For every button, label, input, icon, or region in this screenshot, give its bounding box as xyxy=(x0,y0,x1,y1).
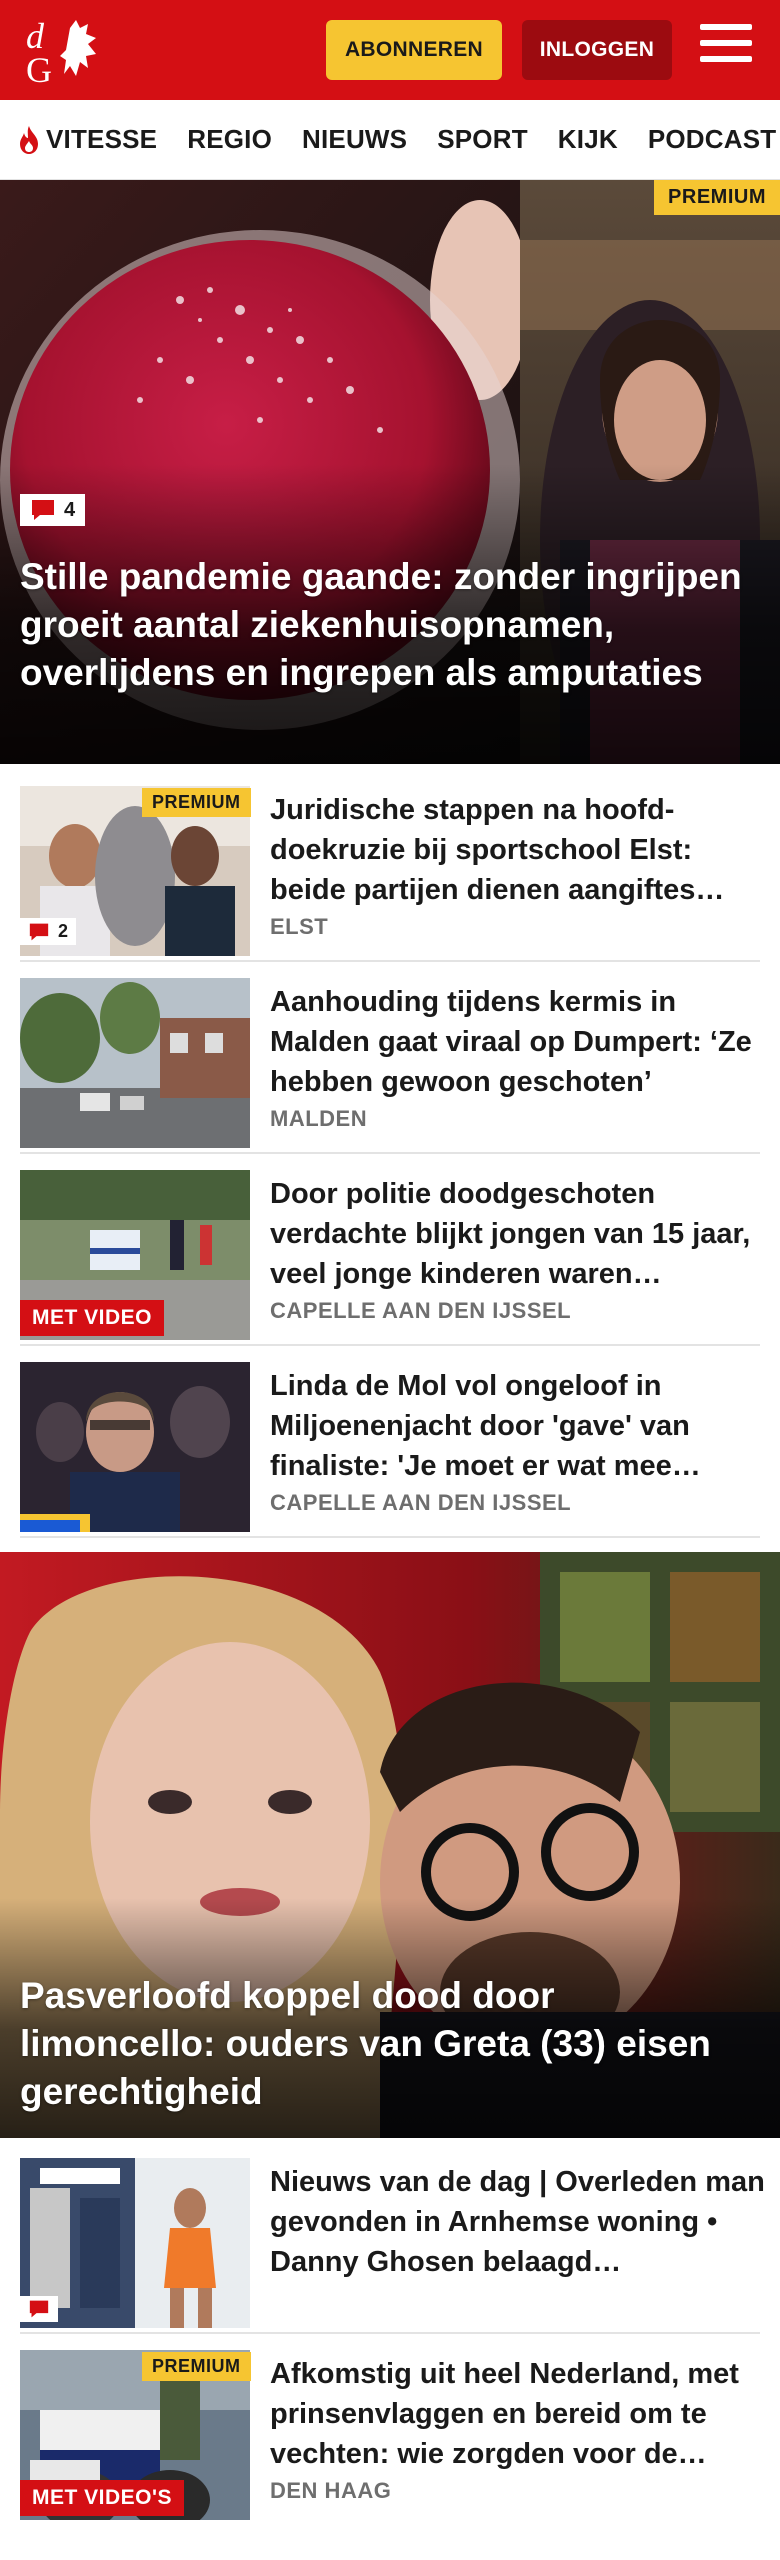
video-badge: MET VIDEO xyxy=(20,1300,165,1336)
premium-badge: PREMIUM xyxy=(654,180,780,215)
list-item[interactable]: Linda de Mol vol ongeloof in Miljoenenja… xyxy=(20,1346,760,1538)
article-title[interactable]: Aanhouding tijdens kermis in Malden gaat… xyxy=(270,982,770,1102)
article-title[interactable]: Nieuws van de dag | Overleden man gevond… xyxy=(270,2162,770,2282)
article-title[interactable]: Juridische stappen na hoofd­ doekruzie b… xyxy=(270,790,770,910)
flame-icon xyxy=(20,125,38,154)
article-title[interactable]: Linda de Mol vol ongeloof in Miljoenenja… xyxy=(270,1366,770,1486)
nav-item-podcast[interactable]: PODCAST xyxy=(648,124,777,155)
hero-title[interactable]: Stille pandemie gaande: zonder ingrijpen… xyxy=(20,553,754,697)
article-text: Door politie doodgeschoten verdachte bli… xyxy=(270,1174,770,1324)
article-title[interactable]: Door politie doodgeschoten verdachte bli… xyxy=(270,1174,770,1294)
nav-item-nieuws[interactable]: NIEUWS xyxy=(302,124,407,155)
comment-count: 2 xyxy=(58,921,69,941)
list-item[interactable]: PREMIUM MET VIDEO'S Afkomstig uit heel N… xyxy=(20,2334,760,2526)
article-text: Juridische stappen na hoofd­ doekruzie b… xyxy=(270,790,770,940)
video-badge: MET VIDEO'S xyxy=(20,2480,185,2516)
article-location: CAPELLE AAN DEN IJSSEL xyxy=(270,1490,572,1515)
list-item[interactable]: Aanhouding tijdens kermis in Malden gaat… xyxy=(20,962,760,1154)
subscribe-button[interactable]: ABONNEREN xyxy=(326,20,502,80)
article-title[interactable]: Afkomstig uit heel Nederland, met prinse… xyxy=(270,2354,770,2474)
article-location: ELST xyxy=(270,914,329,939)
article-text: Nieuws van de dag | Overleden man gevond… xyxy=(270,2162,770,2282)
article-thumbnail xyxy=(20,1362,250,1532)
hero-title[interactable]: Pasverloofd koppel dood door limoncello:… xyxy=(20,1972,754,2116)
article-location: CAPELLE AAN DEN IJSSEL xyxy=(270,1298,572,1323)
section-nav: VITESSE REGIO NIEUWS SPORT KIJK PODCAST xyxy=(0,100,780,180)
nav-item-regio[interactable]: REGIO xyxy=(187,124,272,155)
article-thumbnail xyxy=(20,978,250,1148)
comment-count-badge[interactable] xyxy=(20,2296,58,2322)
nav-item-kijk[interactable]: KIJK xyxy=(558,124,618,155)
comment-count-badge[interactable]: 4 xyxy=(20,494,86,526)
comment-count: 4 xyxy=(64,498,76,521)
list-item[interactable]: MET VIDEO Door politie doodgeschoten ver… xyxy=(20,1154,760,1346)
hero-article[interactable]: PREMIUM 4 Stille pandemie gaande: zonder… xyxy=(0,180,780,764)
comment-icon xyxy=(29,2300,49,2318)
nav-item-sport[interactable]: SPORT xyxy=(437,124,528,155)
hero-article[interactable]: Pasverloofd koppel dood door limoncello:… xyxy=(0,1552,780,2138)
article-text: Afkomstig uit heel Nederland, met prinse… xyxy=(270,2354,770,2504)
comment-count-badge[interactable]: 2 xyxy=(20,918,77,945)
top-header: d G ABONNEREN INLOGGEN xyxy=(0,0,780,100)
nav-label: VITESSE xyxy=(46,124,158,154)
list-item[interactable]: PREMIUM 2 Juridische stappen na hoofd­ d… xyxy=(20,770,760,962)
list-item[interactable]: Nieuws van de dag | Overleden man gevond… xyxy=(20,2142,765,2334)
article-text: Linda de Mol vol ongeloof in Miljoenenja… xyxy=(270,1366,770,1516)
hamburger-icon[interactable] xyxy=(700,24,752,72)
logo-icon[interactable]: d G xyxy=(24,14,116,86)
login-button[interactable]: INLOGGEN xyxy=(522,20,672,80)
article-location: MALDEN xyxy=(270,1106,368,1131)
premium-badge: PREMIUM xyxy=(142,788,251,817)
article-location: DEN HAAG xyxy=(270,2478,392,2503)
svg-text:G: G xyxy=(26,50,52,86)
comment-icon xyxy=(32,500,54,520)
comment-icon xyxy=(29,923,49,940)
premium-badge: PREMIUM xyxy=(142,2352,251,2381)
article-text: Aanhouding tijdens kermis in Malden gaat… xyxy=(270,982,770,1132)
nav-item-vitesse[interactable]: VITESSE xyxy=(16,124,157,155)
